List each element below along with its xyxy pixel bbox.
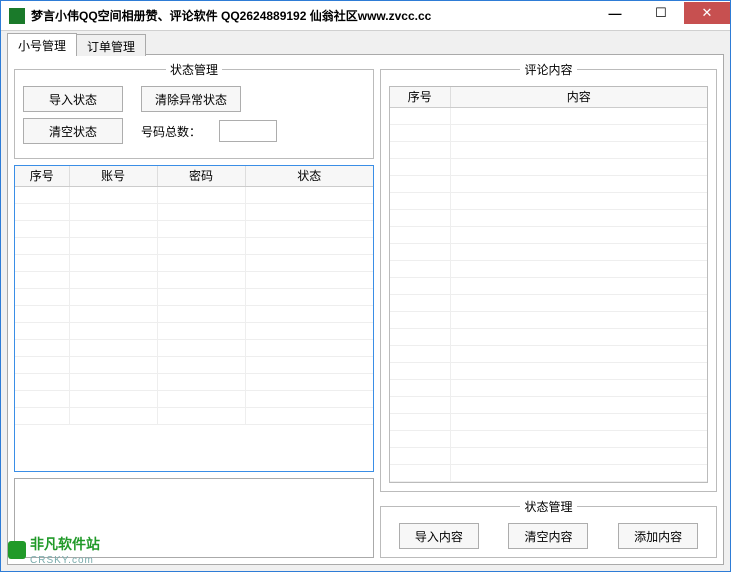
table-row[interactable] — [390, 175, 707, 192]
app-icon — [9, 8, 25, 24]
table-row[interactable] — [390, 226, 707, 243]
table-row[interactable] — [15, 203, 373, 220]
account-header-row: 序号 账号 密码 状态 — [15, 166, 373, 186]
table-row[interactable] — [390, 141, 707, 158]
table-row[interactable] — [390, 345, 707, 362]
content-group-legend: 评论内容 — [520, 61, 576, 78]
table-row[interactable] — [15, 288, 373, 305]
minimize-button[interactable]: — — [592, 2, 638, 24]
count-label: 号码总数： — [141, 123, 201, 140]
table-row[interactable] — [390, 447, 707, 464]
table-row[interactable] — [15, 271, 373, 288]
table-row[interactable] — [15, 407, 373, 424]
add-content-button[interactable]: 添加内容 — [618, 523, 698, 549]
table-row[interactable] — [15, 356, 373, 373]
table-row[interactable] — [15, 322, 373, 339]
col-c-idx[interactable]: 序号 — [390, 87, 450, 107]
table-row[interactable] — [390, 260, 707, 277]
table-row[interactable] — [15, 186, 373, 203]
table-row[interactable] — [390, 430, 707, 447]
table-row[interactable] — [15, 390, 373, 407]
table-row[interactable] — [390, 107, 707, 124]
table-row[interactable] — [15, 339, 373, 356]
tab-order[interactable]: 订单管理 — [76, 34, 146, 56]
close-button[interactable]: ✕ — [684, 2, 730, 24]
tabs: 小号管理 订单管理 — [7, 33, 724, 55]
action-group-legend: 状态管理 — [520, 498, 576, 515]
maximize-button[interactable]: ☐ — [638, 2, 684, 24]
table-row[interactable] — [15, 373, 373, 390]
col-c-content[interactable]: 内容 — [450, 87, 707, 107]
titlebar: 梦言小伟QQ空间相册赞、评论软件 QQ2624889192 仙翁社区www.zv… — [1, 1, 730, 31]
table-row[interactable] — [390, 192, 707, 209]
account-grid[interactable]: 序号 账号 密码 状态 — [14, 165, 374, 472]
table-row[interactable] — [390, 209, 707, 226]
table-row[interactable] — [390, 396, 707, 413]
table-row[interactable] — [390, 158, 707, 175]
import-content-button[interactable]: 导入内容 — [399, 523, 479, 549]
action-group: 状态管理 导入内容 清空内容 添加内容 — [380, 498, 717, 558]
table-row[interactable] — [15, 237, 373, 254]
state-group-legend: 状态管理 — [166, 61, 222, 78]
state-group: 状态管理 导入状态 清除异常状态 清空状态 号码总数： — [14, 61, 374, 159]
clear-abnormal-button[interactable]: 清除异常状态 — [141, 86, 241, 112]
table-row[interactable] — [390, 328, 707, 345]
col-stat[interactable]: 状态 — [245, 166, 373, 186]
col-idx[interactable]: 序号 — [15, 166, 69, 186]
import-state-button[interactable]: 导入状态 — [23, 86, 123, 112]
empty-state-button[interactable]: 清空状态 — [23, 118, 123, 144]
table-row[interactable] — [390, 362, 707, 379]
table-row[interactable] — [15, 305, 373, 322]
content-header-row: 序号 内容 — [390, 87, 707, 107]
right-column: 评论内容 序号 内容 — [380, 61, 717, 558]
bottom-actions: 状态管理 导入内容 清空内容 添加内容 — [380, 498, 717, 558]
left-column: 状态管理 导入状态 清除异常状态 清空状态 号码总数： — [14, 61, 374, 558]
count-value — [219, 120, 277, 142]
table-row[interactable] — [390, 311, 707, 328]
window-controls: — ☐ ✕ — [592, 1, 730, 30]
table-row[interactable] — [15, 220, 373, 237]
col-acc[interactable]: 账号 — [69, 166, 157, 186]
table-row[interactable] — [390, 277, 707, 294]
content-grid[interactable]: 序号 内容 — [389, 86, 708, 483]
log-box[interactable] — [14, 478, 374, 558]
tab-panel-account: 状态管理 导入状态 清除异常状态 清空状态 号码总数： — [7, 54, 724, 565]
account-table: 序号 账号 密码 状态 — [15, 166, 373, 425]
table-row[interactable] — [390, 294, 707, 311]
content-group: 评论内容 序号 内容 — [380, 61, 717, 492]
col-pwd[interactable]: 密码 — [157, 166, 245, 186]
table-row[interactable] — [390, 243, 707, 260]
tab-account[interactable]: 小号管理 — [7, 33, 77, 55]
table-row[interactable] — [390, 413, 707, 430]
window-title: 梦言小伟QQ空间相册赞、评论软件 QQ2624889192 仙翁社区www.zv… — [31, 7, 592, 24]
table-row[interactable] — [390, 124, 707, 141]
empty-content-button[interactable]: 清空内容 — [508, 523, 588, 549]
client-area: 小号管理 订单管理 状态管理 导入状态 清除异常状态 清空状态 号码总数： — [1, 31, 730, 571]
table-row[interactable] — [390, 464, 707, 481]
table-row[interactable] — [15, 254, 373, 271]
content-table: 序号 内容 — [390, 87, 707, 482]
table-row[interactable] — [390, 379, 707, 396]
